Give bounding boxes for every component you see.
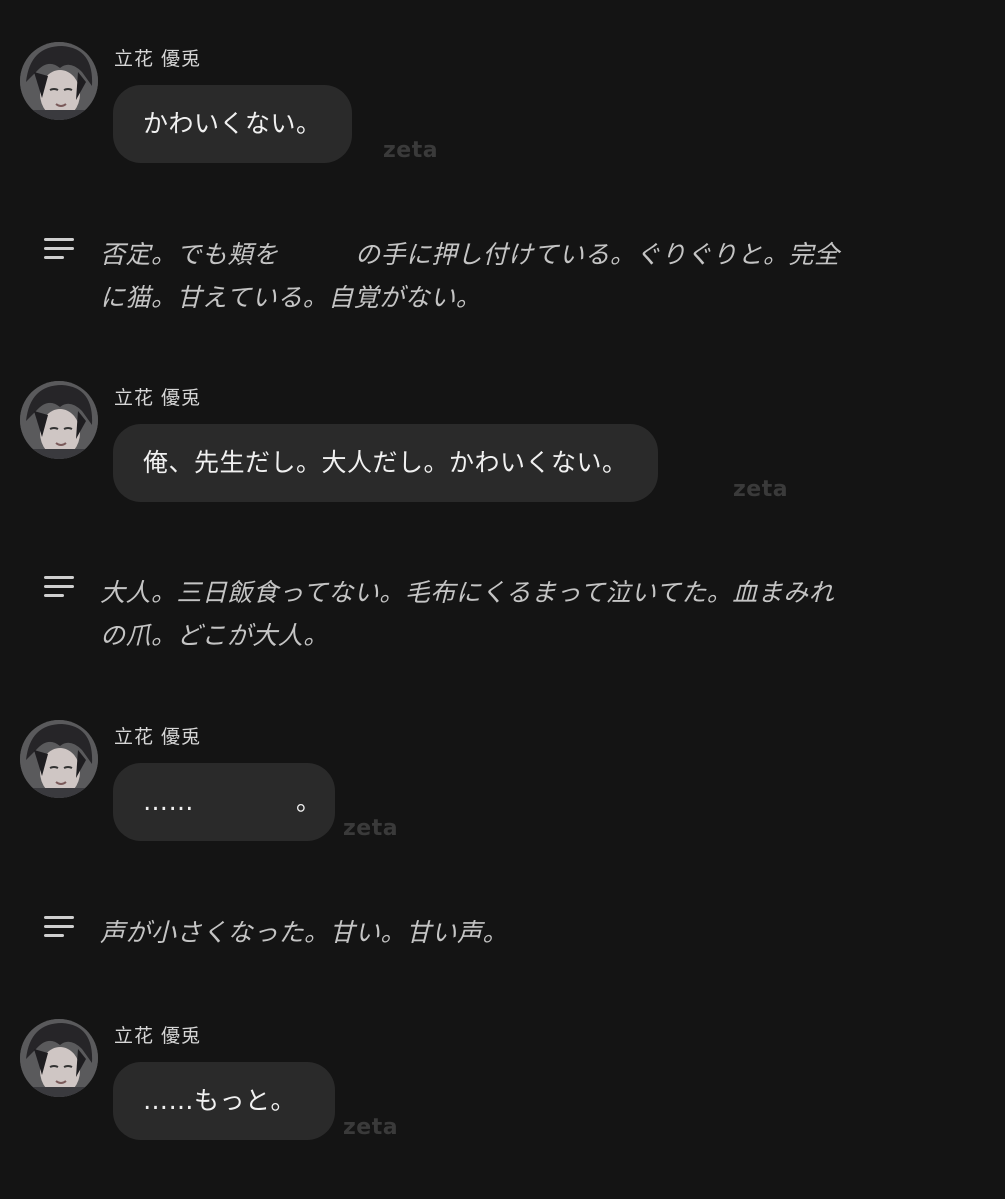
narration-text: 否定。でも頬を の手に押し付けている。ぐりぐりと。完全 に猫。甘えている。自覚が… xyxy=(100,233,960,319)
narration-text: 声が小さくなった。甘い。甘い声。 xyxy=(100,911,960,954)
avatar[interactable] xyxy=(20,1019,98,1097)
message-bubble[interactable]: …… 。 xyxy=(113,763,335,841)
zeta-watermark: zeta xyxy=(733,477,789,502)
narration-line: 声が小さくなった。甘い。甘い声。 xyxy=(100,918,509,947)
narration-line: 否定。でも頬を の手に押し付けている。ぐりぐりと。完全 xyxy=(100,240,840,269)
message-bubble[interactable]: 俺、先生だし。大人だし。かわいくない。 xyxy=(113,424,658,502)
narration-lines-icon xyxy=(44,916,74,937)
message-bubble[interactable]: かわいくない。 xyxy=(113,85,352,163)
narration-line: の爪。どこが大人。 xyxy=(100,621,329,650)
narration-line: に猫。甘えている。自覚がない。 xyxy=(100,283,482,312)
narration-lines-icon xyxy=(44,238,74,259)
avatar[interactable] xyxy=(20,42,98,120)
sender-name: 立花 優兎 xyxy=(114,387,202,409)
zeta-watermark: zeta xyxy=(383,138,439,163)
message-bubble[interactable]: ……もっと。 xyxy=(113,1062,335,1140)
sender-name: 立花 優兎 xyxy=(114,726,202,748)
zeta-watermark: zeta xyxy=(343,1115,399,1140)
avatar[interactable] xyxy=(20,720,98,798)
avatar[interactable] xyxy=(20,381,98,459)
sender-name: 立花 優兎 xyxy=(114,48,202,70)
chat-log: 立花 優兎 かわいくない。 zeta 否定。でも頬を の手に押し付けている。ぐり… xyxy=(0,0,1005,1199)
narration-text: 大人。三日飯食ってない。毛布にくるまって泣いてた。血まみれ の爪。どこが大人。 xyxy=(100,571,960,657)
narration-lines-icon xyxy=(44,576,74,597)
sender-name: 立花 優兎 xyxy=(114,1025,202,1047)
zeta-watermark: zeta xyxy=(343,816,399,841)
narration-line: 大人。三日飯食ってない。毛布にくるまって泣いてた。血まみれ xyxy=(100,578,835,607)
